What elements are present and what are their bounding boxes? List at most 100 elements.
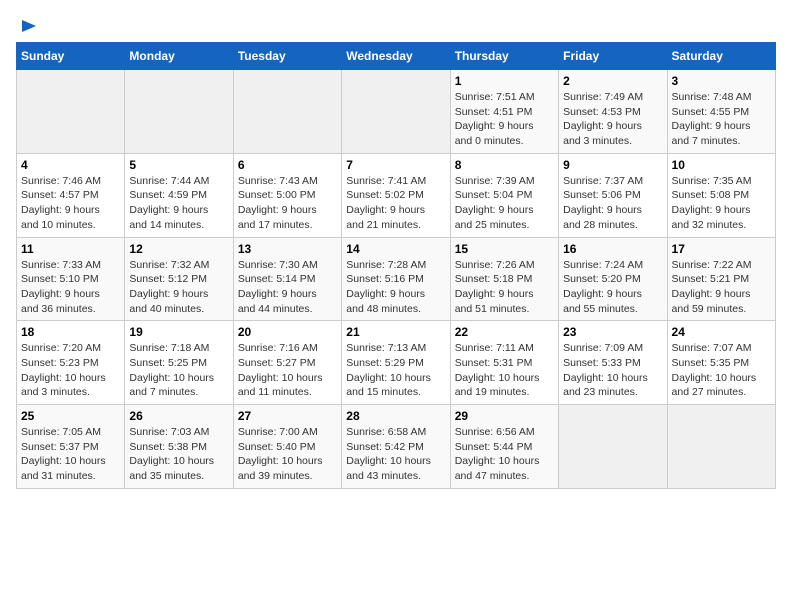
day-info: Sunrise: 7:07 AM Sunset: 5:35 PM Dayligh… [672, 341, 771, 400]
day-number: 26 [129, 409, 228, 423]
day-number: 18 [21, 325, 120, 339]
calendar-header-tuesday: Tuesday [233, 43, 341, 70]
day-info: Sunrise: 7:37 AM Sunset: 5:06 PM Dayligh… [563, 174, 662, 233]
logo-flag-icon [18, 16, 40, 38]
day-info: Sunrise: 7:44 AM Sunset: 4:59 PM Dayligh… [129, 174, 228, 233]
calendar-cell: 20 Sunrise: 7:16 AM Sunset: 5:27 PM Dayli… [233, 321, 341, 405]
day-number: 3 [672, 74, 771, 88]
day-info: Sunrise: 7:43 AM Sunset: 5:00 PM Dayligh… [238, 174, 337, 233]
calendar-cell: 19 Sunrise: 7:18 AM Sunset: 5:25 PM Dayli… [125, 321, 233, 405]
day-number: 21 [346, 325, 445, 339]
calendar-header-monday: Monday [125, 43, 233, 70]
day-info: Sunrise: 7:49 AM Sunset: 4:53 PM Dayligh… [563, 90, 662, 149]
calendar-cell [125, 70, 233, 154]
day-info: Sunrise: 7:51 AM Sunset: 4:51 PM Dayligh… [455, 90, 554, 149]
calendar-cell: 23Sunrise: 7:09 AM Sunset: 5:33 PM Dayli… [559, 321, 667, 405]
day-info: Sunrise: 7:20 AM Sunset: 5:23 PM Dayligh… [21, 341, 120, 400]
calendar-cell [559, 405, 667, 489]
calendar-week-row: 1 Sunrise: 7:51 AM Sunset: 4:51 PM Daylig… [17, 70, 776, 154]
calendar-week-row: 4 Sunrise: 7:46 AM Sunset: 4:57 PM Daylig… [17, 153, 776, 237]
calendar-cell: 22 Sunrise: 7:11 AM Sunset: 5:31 PM Dayli… [450, 321, 558, 405]
calendar-header-sunday: Sunday [17, 43, 125, 70]
logo [16, 16, 40, 34]
calendar-cell: 27 Sunrise: 7:00 AM Sunset: 5:40 PM Dayli… [233, 405, 341, 489]
calendar-cell: 28 Sunrise: 6:58 AM Sunset: 5:42 PM Dayli… [342, 405, 450, 489]
calendar-cell: 16 Sunrise: 7:24 AM Sunset: 5:20 PM Dayli… [559, 237, 667, 321]
day-number: 19 [129, 325, 228, 339]
day-info: Sunrise: 7:35 AM Sunset: 5:08 PM Dayligh… [672, 174, 771, 233]
day-number: 2 [563, 74, 662, 88]
day-info: Sunrise: 7:28 AM Sunset: 5:16 PM Dayligh… [346, 258, 445, 317]
day-number: 29 [455, 409, 554, 423]
day-number: 20 [238, 325, 337, 339]
calendar-cell: 10 Sunrise: 7:35 AM Sunset: 5:08 PM Dayli… [667, 153, 775, 237]
day-info: Sunrise: 7:11 AM Sunset: 5:31 PM Dayligh… [455, 341, 554, 400]
calendar-cell: 8 Sunrise: 7:39 AM Sunset: 5:04 PM Daylig… [450, 153, 558, 237]
calendar-cell: 6Sunrise: 7:43 AM Sunset: 5:00 PM Daylig… [233, 153, 341, 237]
calendar-cell: 14 Sunrise: 7:28 AM Sunset: 5:16 PM Dayli… [342, 237, 450, 321]
calendar-cell: 15 Sunrise: 7:26 AM Sunset: 5:18 PM Dayli… [450, 237, 558, 321]
day-number: 15 [455, 242, 554, 256]
day-info: Sunrise: 7:03 AM Sunset: 5:38 PM Dayligh… [129, 425, 228, 484]
calendar-cell: 2 Sunrise: 7:49 AM Sunset: 4:53 PM Daylig… [559, 70, 667, 154]
calendar-cell: 17 Sunrise: 7:22 AM Sunset: 5:21 PM Dayli… [667, 237, 775, 321]
calendar-week-row: 25Sunrise: 7:05 AM Sunset: 5:37 PM Dayli… [17, 405, 776, 489]
day-number: 23 [563, 325, 662, 339]
calendar-header-friday: Friday [559, 43, 667, 70]
page-header [16, 16, 776, 34]
calendar-cell: 7Sunrise: 7:41 AM Sunset: 5:02 PM Daylig… [342, 153, 450, 237]
day-number: 22 [455, 325, 554, 339]
day-info: Sunrise: 7:00 AM Sunset: 5:40 PM Dayligh… [238, 425, 337, 484]
day-info: Sunrise: 6:58 AM Sunset: 5:42 PM Dayligh… [346, 425, 445, 484]
calendar-cell: 9Sunrise: 7:37 AM Sunset: 5:06 PM Daylig… [559, 153, 667, 237]
calendar-header-wednesday: Wednesday [342, 43, 450, 70]
day-info: Sunrise: 7:46 AM Sunset: 4:57 PM Dayligh… [21, 174, 120, 233]
calendar-cell [17, 70, 125, 154]
calendar-header-thursday: Thursday [450, 43, 558, 70]
day-info: Sunrise: 7:16 AM Sunset: 5:27 PM Dayligh… [238, 341, 337, 400]
day-info: Sunrise: 7:39 AM Sunset: 5:04 PM Dayligh… [455, 174, 554, 233]
calendar-cell: 4 Sunrise: 7:46 AM Sunset: 4:57 PM Daylig… [17, 153, 125, 237]
calendar-cell: 1 Sunrise: 7:51 AM Sunset: 4:51 PM Daylig… [450, 70, 558, 154]
day-number: 8 [455, 158, 554, 172]
day-number: 11 [21, 242, 120, 256]
day-info: Sunrise: 7:24 AM Sunset: 5:20 PM Dayligh… [563, 258, 662, 317]
calendar-cell: 29 Sunrise: 6:56 AM Sunset: 5:44 PM Dayli… [450, 405, 558, 489]
day-number: 27 [238, 409, 337, 423]
day-number: 4 [21, 158, 120, 172]
calendar-cell: 5 Sunrise: 7:44 AM Sunset: 4:59 PM Daylig… [125, 153, 233, 237]
calendar-week-row: 11 Sunrise: 7:33 AM Sunset: 5:10 PM Dayli… [17, 237, 776, 321]
calendar-cell: 21Sunrise: 7:13 AM Sunset: 5:29 PM Dayli… [342, 321, 450, 405]
day-number: 12 [129, 242, 228, 256]
calendar-cell: 11 Sunrise: 7:33 AM Sunset: 5:10 PM Dayli… [17, 237, 125, 321]
calendar-cell [667, 405, 775, 489]
day-info: Sunrise: 7:30 AM Sunset: 5:14 PM Dayligh… [238, 258, 337, 317]
day-info: Sunrise: 7:26 AM Sunset: 5:18 PM Dayligh… [455, 258, 554, 317]
day-info: Sunrise: 7:33 AM Sunset: 5:10 PM Dayligh… [21, 258, 120, 317]
calendar-cell: 26 Sunrise: 7:03 AM Sunset: 5:38 PM Dayli… [125, 405, 233, 489]
calendar-cell: 12 Sunrise: 7:32 AM Sunset: 5:12 PM Dayli… [125, 237, 233, 321]
calendar-cell [342, 70, 450, 154]
calendar-cell: 18 Sunrise: 7:20 AM Sunset: 5:23 PM Dayli… [17, 321, 125, 405]
calendar-cell: 24 Sunrise: 7:07 AM Sunset: 5:35 PM Dayli… [667, 321, 775, 405]
day-info: Sunrise: 7:22 AM Sunset: 5:21 PM Dayligh… [672, 258, 771, 317]
day-number: 16 [563, 242, 662, 256]
day-info: Sunrise: 7:32 AM Sunset: 5:12 PM Dayligh… [129, 258, 228, 317]
day-number: 17 [672, 242, 771, 256]
day-info: Sunrise: 6:56 AM Sunset: 5:44 PM Dayligh… [455, 425, 554, 484]
day-number: 7 [346, 158, 445, 172]
calendar-cell: 13 Sunrise: 7:30 AM Sunset: 5:14 PM Dayli… [233, 237, 341, 321]
day-number: 10 [672, 158, 771, 172]
day-info: Sunrise: 7:18 AM Sunset: 5:25 PM Dayligh… [129, 341, 228, 400]
calendar-cell: 25Sunrise: 7:05 AM Sunset: 5:37 PM Dayli… [17, 405, 125, 489]
day-info: Sunrise: 7:05 AM Sunset: 5:37 PM Dayligh… [21, 425, 120, 484]
calendar-header-row: SundayMondayTuesdayWednesdayThursdayFrid… [17, 43, 776, 70]
calendar-table: SundayMondayTuesdayWednesdayThursdayFrid… [16, 42, 776, 489]
calendar-header-saturday: Saturday [667, 43, 775, 70]
day-number: 14 [346, 242, 445, 256]
day-number: 24 [672, 325, 771, 339]
day-number: 28 [346, 409, 445, 423]
day-number: 5 [129, 158, 228, 172]
day-number: 13 [238, 242, 337, 256]
day-number: 1 [455, 74, 554, 88]
